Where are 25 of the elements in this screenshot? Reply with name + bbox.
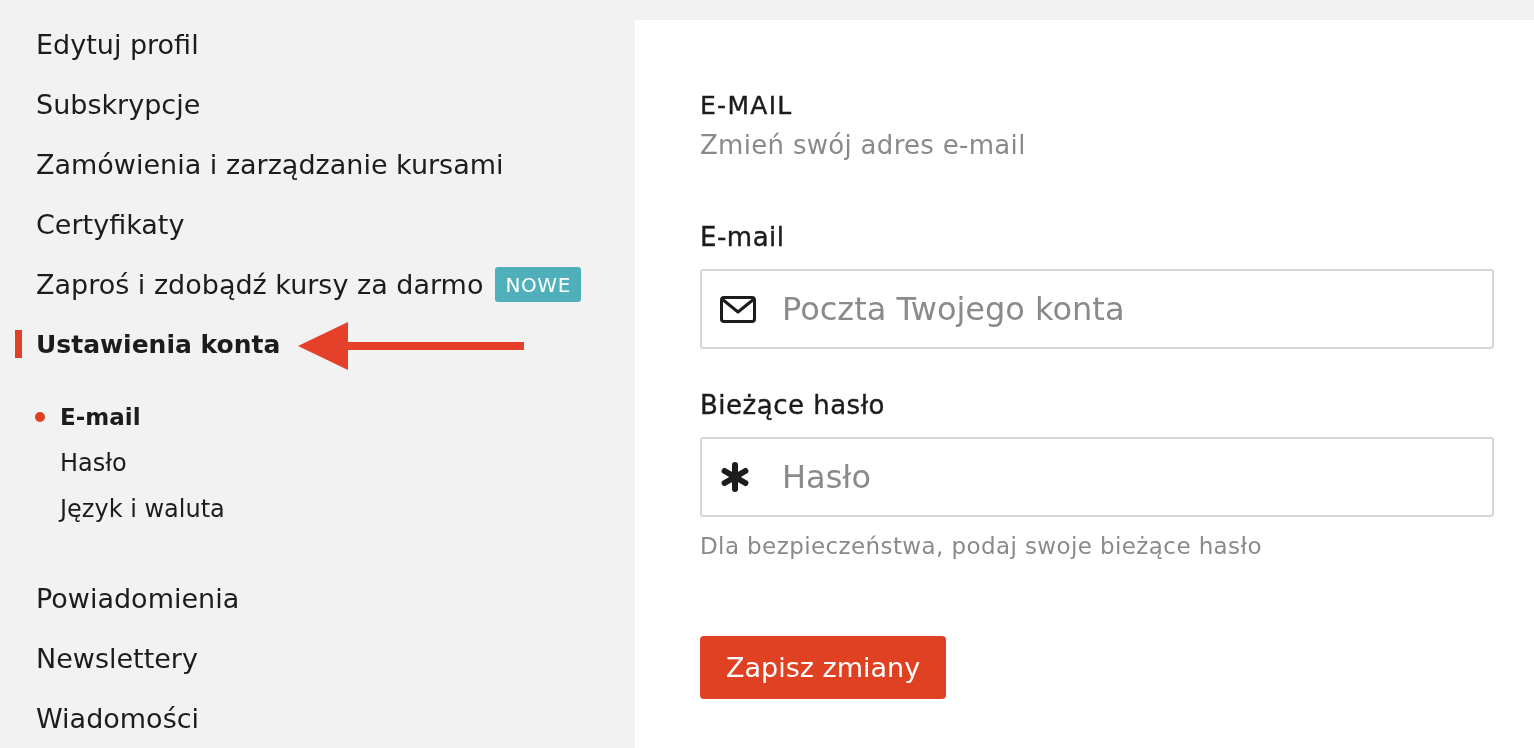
sidebar-item[interactable]: Zamówienia i zarządzanie kursami <box>36 148 504 180</box>
field-label: E-mail <box>700 221 785 254</box>
sidebar-item[interactable]: Edytuj profil <box>36 28 199 60</box>
section-title: E-MAIL <box>700 90 793 122</box>
sidebar-item[interactable]: Powiadomienia <box>36 582 240 614</box>
sidebar-subitem[interactable]: Język i waluta <box>60 495 225 523</box>
sidebar-subitem[interactable]: Hasło <box>60 449 127 477</box>
sidebar-item[interactable]: Ustawienia konta <box>36 329 281 359</box>
asterisk-icon <box>720 462 750 492</box>
email-field[interactable]: Poczta Twojego konta <box>700 269 1494 349</box>
sidebar-item[interactable]: Newslettery <box>36 642 198 674</box>
envelope-icon <box>720 295 756 323</box>
sidebar-item[interactable]: Subskrypcje <box>36 88 201 120</box>
active-dot-icon <box>35 412 45 422</box>
section-subtitle: Zmień swój adres e-mail <box>700 129 1026 162</box>
field-hint: Dla bezpieczeństwa, podaj swoje bieżące hasło <box>700 535 1262 557</box>
sidebar-item[interactable]: Wiadomości <box>36 702 200 734</box>
new-badge: NOWE <box>495 266 581 302</box>
password-field[interactable]: Hasło <box>700 437 1494 517</box>
sidebar-item[interactable]: Zaproś i zdobądź kursy za darmo <box>36 268 484 300</box>
field-label: Bieżące hasło <box>700 389 885 422</box>
save-button[interactable]: Zapisz zmiany <box>700 636 947 699</box>
sidebar-subitem[interactable]: E-mail <box>60 404 141 430</box>
sidebar-item[interactable]: Certyfikaty <box>36 208 185 240</box>
active-indicator <box>15 330 22 358</box>
